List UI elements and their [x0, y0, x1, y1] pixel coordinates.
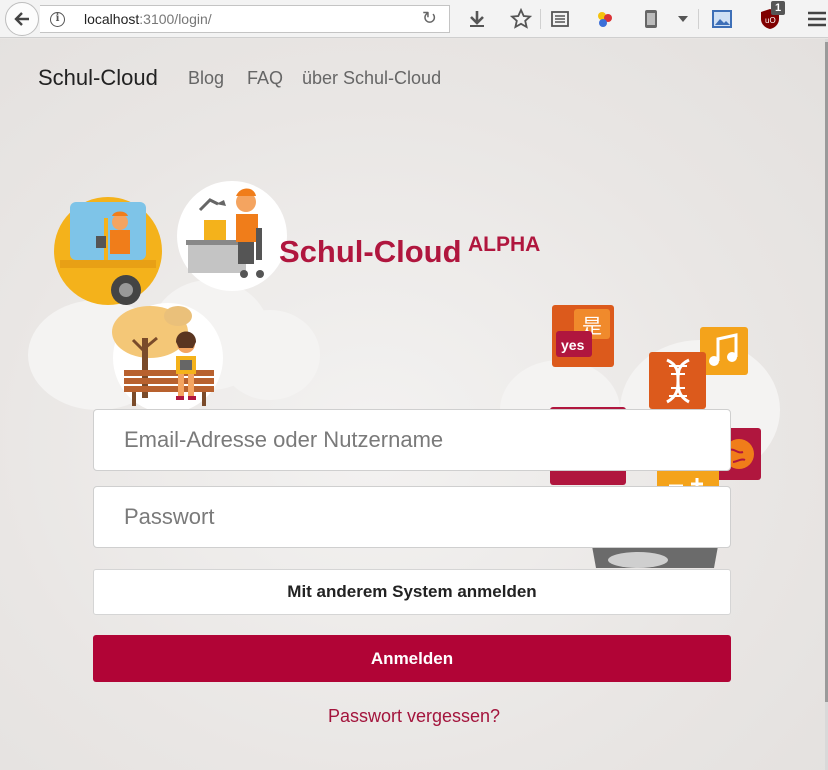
desk-student-illustration	[177, 181, 287, 291]
yes-label: yes	[561, 337, 585, 353]
logo-title: Schul-Cloud	[279, 234, 462, 269]
email-input[interactable]	[93, 409, 731, 471]
back-arrow-icon	[14, 12, 29, 26]
menu-icon[interactable]	[806, 8, 828, 30]
brand-link[interactable]: Schul-Cloud	[38, 65, 158, 91]
toolbar-separator	[698, 9, 699, 29]
info-icon[interactable]: i	[50, 12, 65, 27]
notification-badge: 1	[771, 1, 786, 15]
forgot-password-link[interactable]: Passwort vergessen?	[0, 706, 828, 727]
alternate-system-login-button[interactable]: Mit anderem System anmelden	[93, 569, 731, 615]
biology-icon	[649, 352, 706, 409]
cloud-decoration	[220, 310, 320, 400]
colorful-extension-icon[interactable]	[593, 8, 617, 30]
ublock-icon[interactable]: uO 1	[755, 1, 786, 30]
back-button[interactable]	[5, 2, 39, 36]
login-button[interactable]: Anmelden	[93, 635, 731, 682]
dropdown-arrow-icon[interactable]	[674, 8, 692, 30]
svg-text:uO: uO	[765, 16, 776, 25]
download-icon[interactable]	[466, 8, 488, 30]
language-icon: 是 yes	[552, 305, 614, 367]
reload-icon[interactable]: ↻	[422, 8, 437, 29]
nav-link-blog[interactable]: Blog	[188, 68, 224, 89]
bench-girl-illustration	[112, 303, 223, 412]
nav-link-about[interactable]: über Schul-Cloud	[302, 68, 441, 89]
address-bar[interactable]: i localhost:3100/login/ ↻	[40, 5, 450, 33]
url-text: localhost:3100/login/	[84, 11, 212, 27]
bookmark-star-icon[interactable]	[509, 8, 533, 30]
toolbar-separator	[540, 9, 541, 29]
nav-link-faq[interactable]: FAQ	[247, 68, 283, 89]
image-icon[interactable]	[710, 8, 734, 30]
password-input[interactable]	[93, 486, 731, 548]
browser-toolbar: i localhost:3100/login/ ↻ uO 1	[0, 0, 828, 38]
clipboard-extension-icon[interactable]	[640, 8, 662, 30]
music-icon	[700, 327, 748, 375]
alpha-tag: ALPHA	[468, 233, 541, 256]
bus-student-illustration	[54, 197, 162, 305]
reading-list-icon[interactable]	[549, 8, 571, 30]
